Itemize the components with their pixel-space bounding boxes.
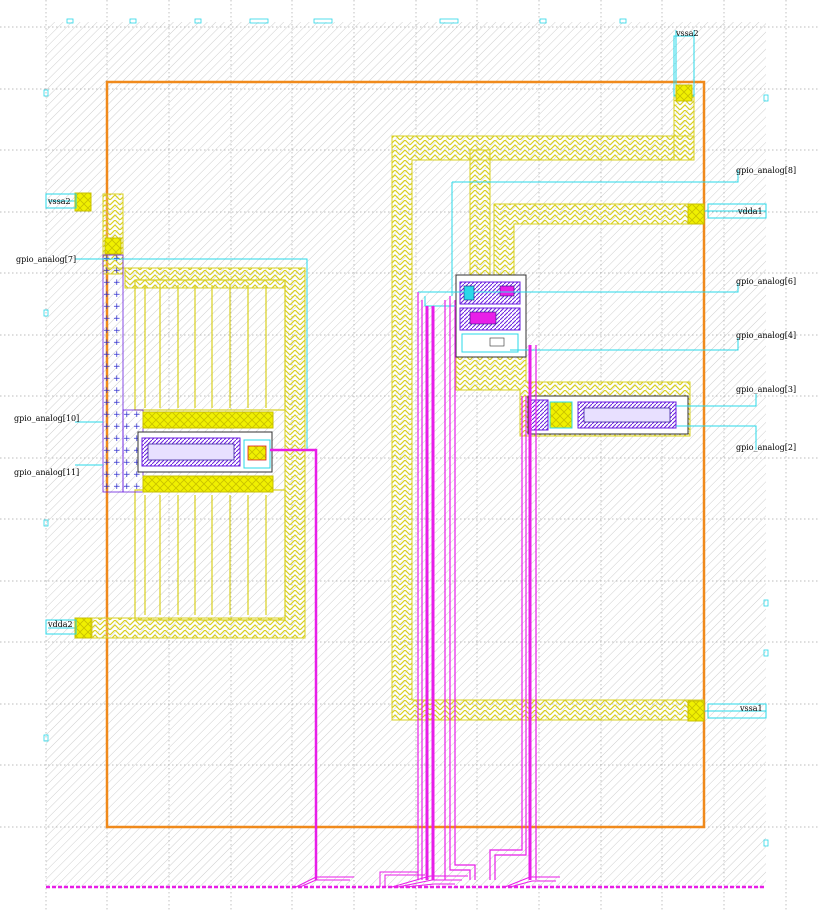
pin-label-gpio-analog-7: gpio_analog[7] bbox=[16, 255, 76, 264]
vssa2-trunk-pad[interactable] bbox=[104, 237, 122, 255]
left-bus-top bbox=[142, 411, 274, 429]
left-bus-bottom bbox=[142, 475, 274, 493]
vdda2-pad[interactable] bbox=[74, 617, 92, 639]
right-device-left bbox=[529, 399, 549, 431]
center-contact-1 bbox=[463, 285, 475, 301]
center-contact-3 bbox=[469, 311, 497, 325]
pin-label-gpio-analog-11: gpio_analog[11] bbox=[14, 468, 79, 477]
pin-label-vdda1: vdda1 bbox=[737, 207, 763, 216]
right-top-trunk bbox=[673, 94, 695, 161]
layout-canvas: + bbox=[0, 0, 818, 912]
vssa2-top-pad[interactable] bbox=[675, 84, 693, 102]
left-device-gate bbox=[147, 443, 235, 461]
pin-label-vdda2: vdda2 bbox=[47, 620, 73, 629]
pin-label-vssa1: vssa1 bbox=[739, 704, 763, 713]
pin-label-gpio-analog-2: gpio_analog[2] bbox=[736, 443, 796, 452]
right-inner-strap bbox=[469, 149, 491, 281]
pin-label-vssa2-top: vssa2 bbox=[675, 29, 699, 38]
center-label-box bbox=[489, 337, 505, 347]
vdda1-pad[interactable] bbox=[687, 203, 705, 225]
left-device-contact-inner bbox=[247, 445, 267, 461]
pin-label-gpio-analog-10: gpio_analog[10] bbox=[14, 414, 79, 423]
right-device-gate bbox=[583, 407, 671, 423]
pin-label-gpio-analog-6: gpio_analog[6] bbox=[736, 277, 796, 286]
pin-label-gpio-analog-8: gpio_analog[8] bbox=[736, 166, 796, 175]
pin-label-gpio-analog-4: gpio_analog[4] bbox=[736, 331, 796, 340]
right-device-contact bbox=[549, 401, 573, 429]
left-contact-column bbox=[102, 254, 124, 493]
vssa1-pad[interactable] bbox=[687, 700, 705, 722]
vssa2-left-pad[interactable] bbox=[74, 192, 92, 212]
pin-label-vssa2-left: vssa2 bbox=[47, 197, 71, 206]
center-contact-2 bbox=[499, 285, 515, 297]
pin-label-gpio-analog-3: gpio_analog[3] bbox=[736, 385, 796, 394]
